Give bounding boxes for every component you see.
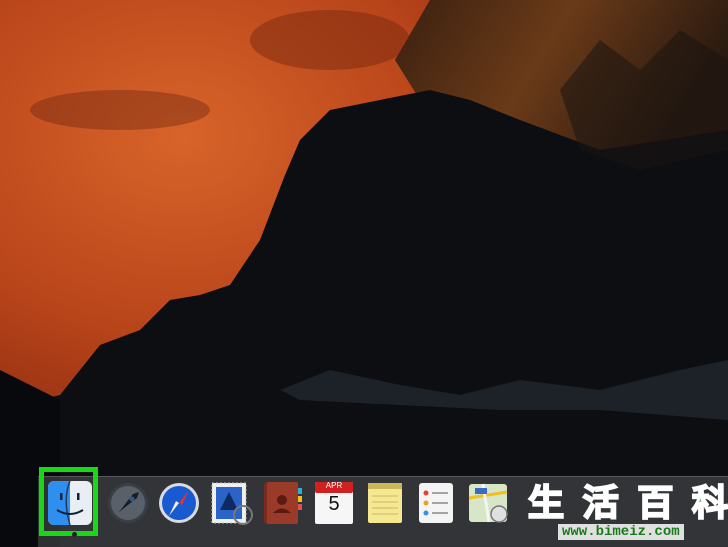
notepad-icon [368, 483, 402, 523]
watermark-char: 百 [636, 483, 674, 525]
dock-item-safari[interactable] [154, 478, 204, 528]
dock-item-notes[interactable] [360, 478, 410, 528]
compass-icon [159, 483, 199, 523]
map-icon [468, 483, 508, 523]
watermark-char: 生 [527, 483, 565, 525]
calendar-day-label: 5 [328, 493, 340, 515]
dock-item-reminders[interactable] [411, 478, 461, 528]
finder-running-indicator [72, 532, 77, 537]
watermark-char: 科 [691, 483, 728, 525]
dock-item-maps[interactable] [463, 478, 513, 528]
watermark-title: 生 活 百 科 [527, 483, 728, 525]
dock-item-contacts[interactable] [257, 478, 307, 528]
desktop-wallpaper [0, 0, 728, 546]
finder-selection-highlight [39, 467, 98, 536]
watermark-char: 活 [582, 483, 620, 525]
address-book-icon [264, 482, 302, 524]
dock-item-calendar[interactable]: APR 5 [309, 478, 359, 528]
dock-item-launchpad[interactable] [103, 478, 153, 528]
site-watermark: 生 活 百 科 www.bimeiz.com [527, 483, 728, 546]
calendar-month-label: APR [325, 481, 343, 490]
rocket-icon [108, 483, 148, 523]
dock-item-mail[interactable] [206, 478, 256, 528]
checklist-icon [419, 483, 453, 523]
stamp-icon [211, 482, 253, 525]
watermark-url: www.bimeiz.com [558, 524, 684, 540]
